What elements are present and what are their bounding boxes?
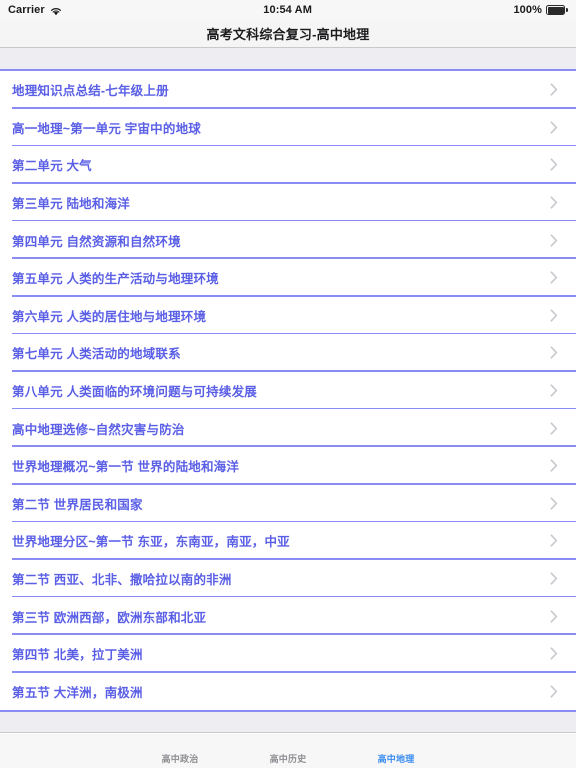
- chevron-right-icon: [548, 534, 560, 548]
- list-item-label: 第四节 北美，拉丁美洲: [12, 648, 143, 663]
- list-item-label: 高中地理选修~自然灾害与防治: [12, 422, 185, 437]
- chevron-right-icon: [548, 271, 560, 285]
- tab-item-2[interactable]: 高中地理: [366, 752, 426, 765]
- wifi-icon: [50, 6, 62, 16]
- list-header-band: [0, 48, 576, 71]
- page-title: 高考文科综合复习-高中地理: [206, 27, 370, 42]
- list-item[interactable]: 高一地理~第一单元 宇宙中的地球: [0, 108, 576, 147]
- chevron-right-icon: [548, 308, 560, 322]
- list-item-label: 第二节 西亚、北非、撒哈拉以南的非洲: [12, 573, 232, 588]
- list-item-label: 世界地理分区~第一节 东亚，东南亚，南亚，中亚: [12, 535, 290, 550]
- list-item[interactable]: 第二节 西亚、北非、撒哈拉以南的非洲: [0, 559, 576, 598]
- app-root: Carrier 10:54 AM 100% 高考文科综合复习-高中地理 地理知识…: [0, 0, 576, 768]
- list-item[interactable]: 高中地理选修~自然灾害与防治: [0, 409, 576, 447]
- chevron-right-icon: [548, 421, 560, 435]
- navigation-bar: 高考文科综合复习-高中地理: [0, 20, 576, 48]
- status-bar: Carrier 10:54 AM 100%: [0, 0, 576, 20]
- list-item-label: 第四单元 自然资源和自然环境: [12, 234, 181, 249]
- chevron-right-icon: [548, 120, 560, 134]
- list-item[interactable]: 第二节 世界居民和国家: [0, 484, 576, 523]
- list-item-label: 第二单元 大气: [12, 159, 92, 174]
- list-item-label: 第八单元 人类面临的环境问题与可持续发展: [12, 385, 257, 400]
- list-item[interactable]: 第五节 大洋洲，南极洲: [0, 672, 576, 711]
- chapter-list: 地理知识点总结-七年级上册高一地理~第一单元 宇宙中的地球 第二单元 大气第三单元…: [0, 71, 576, 711]
- list-item-label: 第七单元 人类活动的地域联系: [12, 347, 181, 362]
- status-bar-right: 100%: [513, 4, 568, 16]
- battery-percent-label: 100%: [513, 4, 542, 16]
- chevron-right-icon: [548, 158, 560, 172]
- list-item-label: 第三节 欧洲西部，欧洲东部和北亚: [12, 610, 207, 625]
- list-footer-band: [0, 710, 576, 734]
- battery-full-icon: [546, 5, 568, 15]
- chevron-right-icon: [548, 609, 560, 623]
- chevron-right-icon: [548, 459, 560, 473]
- status-bar-left: Carrier: [8, 4, 62, 16]
- list-item[interactable]: 第四节 北美，拉丁美洲: [0, 634, 576, 673]
- list-item[interactable]: 第五单元 人类的生产活动与地理环境: [0, 258, 576, 297]
- list-item[interactable]: 世界地理概况~第一节 世界的陆地和海洋: [0, 446, 576, 485]
- carrier-label: Carrier: [8, 4, 45, 16]
- list-item-label: 第六单元 人类的居住地与地理环境: [12, 309, 207, 324]
- chevron-right-icon: [548, 647, 560, 661]
- tab-bar-items: 高中政治 高中历史 高中地理: [150, 752, 426, 765]
- tab-bar: 高中政治 高中历史 高中地理: [0, 734, 576, 768]
- chevron-right-icon: [548, 346, 560, 360]
- list-item-label: 第五单元 人类的生产活动与地理环境: [12, 272, 219, 287]
- list-item-label: 地理知识点总结-七年级上册: [12, 84, 169, 99]
- list-item-label: 第五节 大洋洲，南极洲: [12, 685, 143, 700]
- status-bar-clock: 10:54 AM: [263, 4, 312, 16]
- chevron-right-icon: [548, 496, 560, 510]
- tab-item-0[interactable]: 高中政治: [150, 752, 210, 765]
- chevron-right-icon: [548, 83, 560, 97]
- chevron-right-icon: [548, 384, 560, 398]
- list-item[interactable]: 第七单元 人类活动的地域联系: [0, 334, 576, 372]
- chevron-right-icon: [548, 684, 560, 698]
- list-item[interactable]: 第四单元 自然资源和自然环境: [0, 221, 576, 259]
- content-scroll-area[interactable]: 地理知识点总结-七年级上册高一地理~第一单元 宇宙中的地球 第二单元 大气第三单元…: [0, 48, 576, 734]
- list-item[interactable]: 第八单元 人类面临的环境问题与可持续发展: [0, 371, 576, 410]
- chevron-right-icon: [548, 572, 560, 586]
- list-item-label: 高一地理~第一单元 宇宙中的地球: [12, 121, 201, 136]
- tab-item-1[interactable]: 高中历史: [258, 752, 318, 765]
- list-item-label: 第三单元 陆地和海洋: [12, 197, 130, 212]
- list-item-label: 世界地理概况~第一节 世界的陆地和海洋: [12, 460, 240, 475]
- chevron-right-icon: [548, 196, 560, 210]
- list-item-label: 第二节 世界居民和国家: [12, 497, 143, 512]
- list-item[interactable]: 第六单元 人类的居住地与地理环境: [0, 296, 576, 335]
- list-item[interactable]: 第三单元 陆地和海洋: [0, 183, 576, 222]
- chevron-right-icon: [548, 233, 560, 247]
- list-item[interactable]: 地理知识点总结-七年级上册: [0, 71, 576, 109]
- list-item[interactable]: 第三节 欧洲西部，欧洲东部和北亚: [0, 597, 576, 635]
- list-item[interactable]: 第二单元 大气: [0, 146, 576, 184]
- list-item[interactable]: 世界地理分区~第一节 东亚，东南亚，南亚，中亚: [0, 522, 576, 560]
